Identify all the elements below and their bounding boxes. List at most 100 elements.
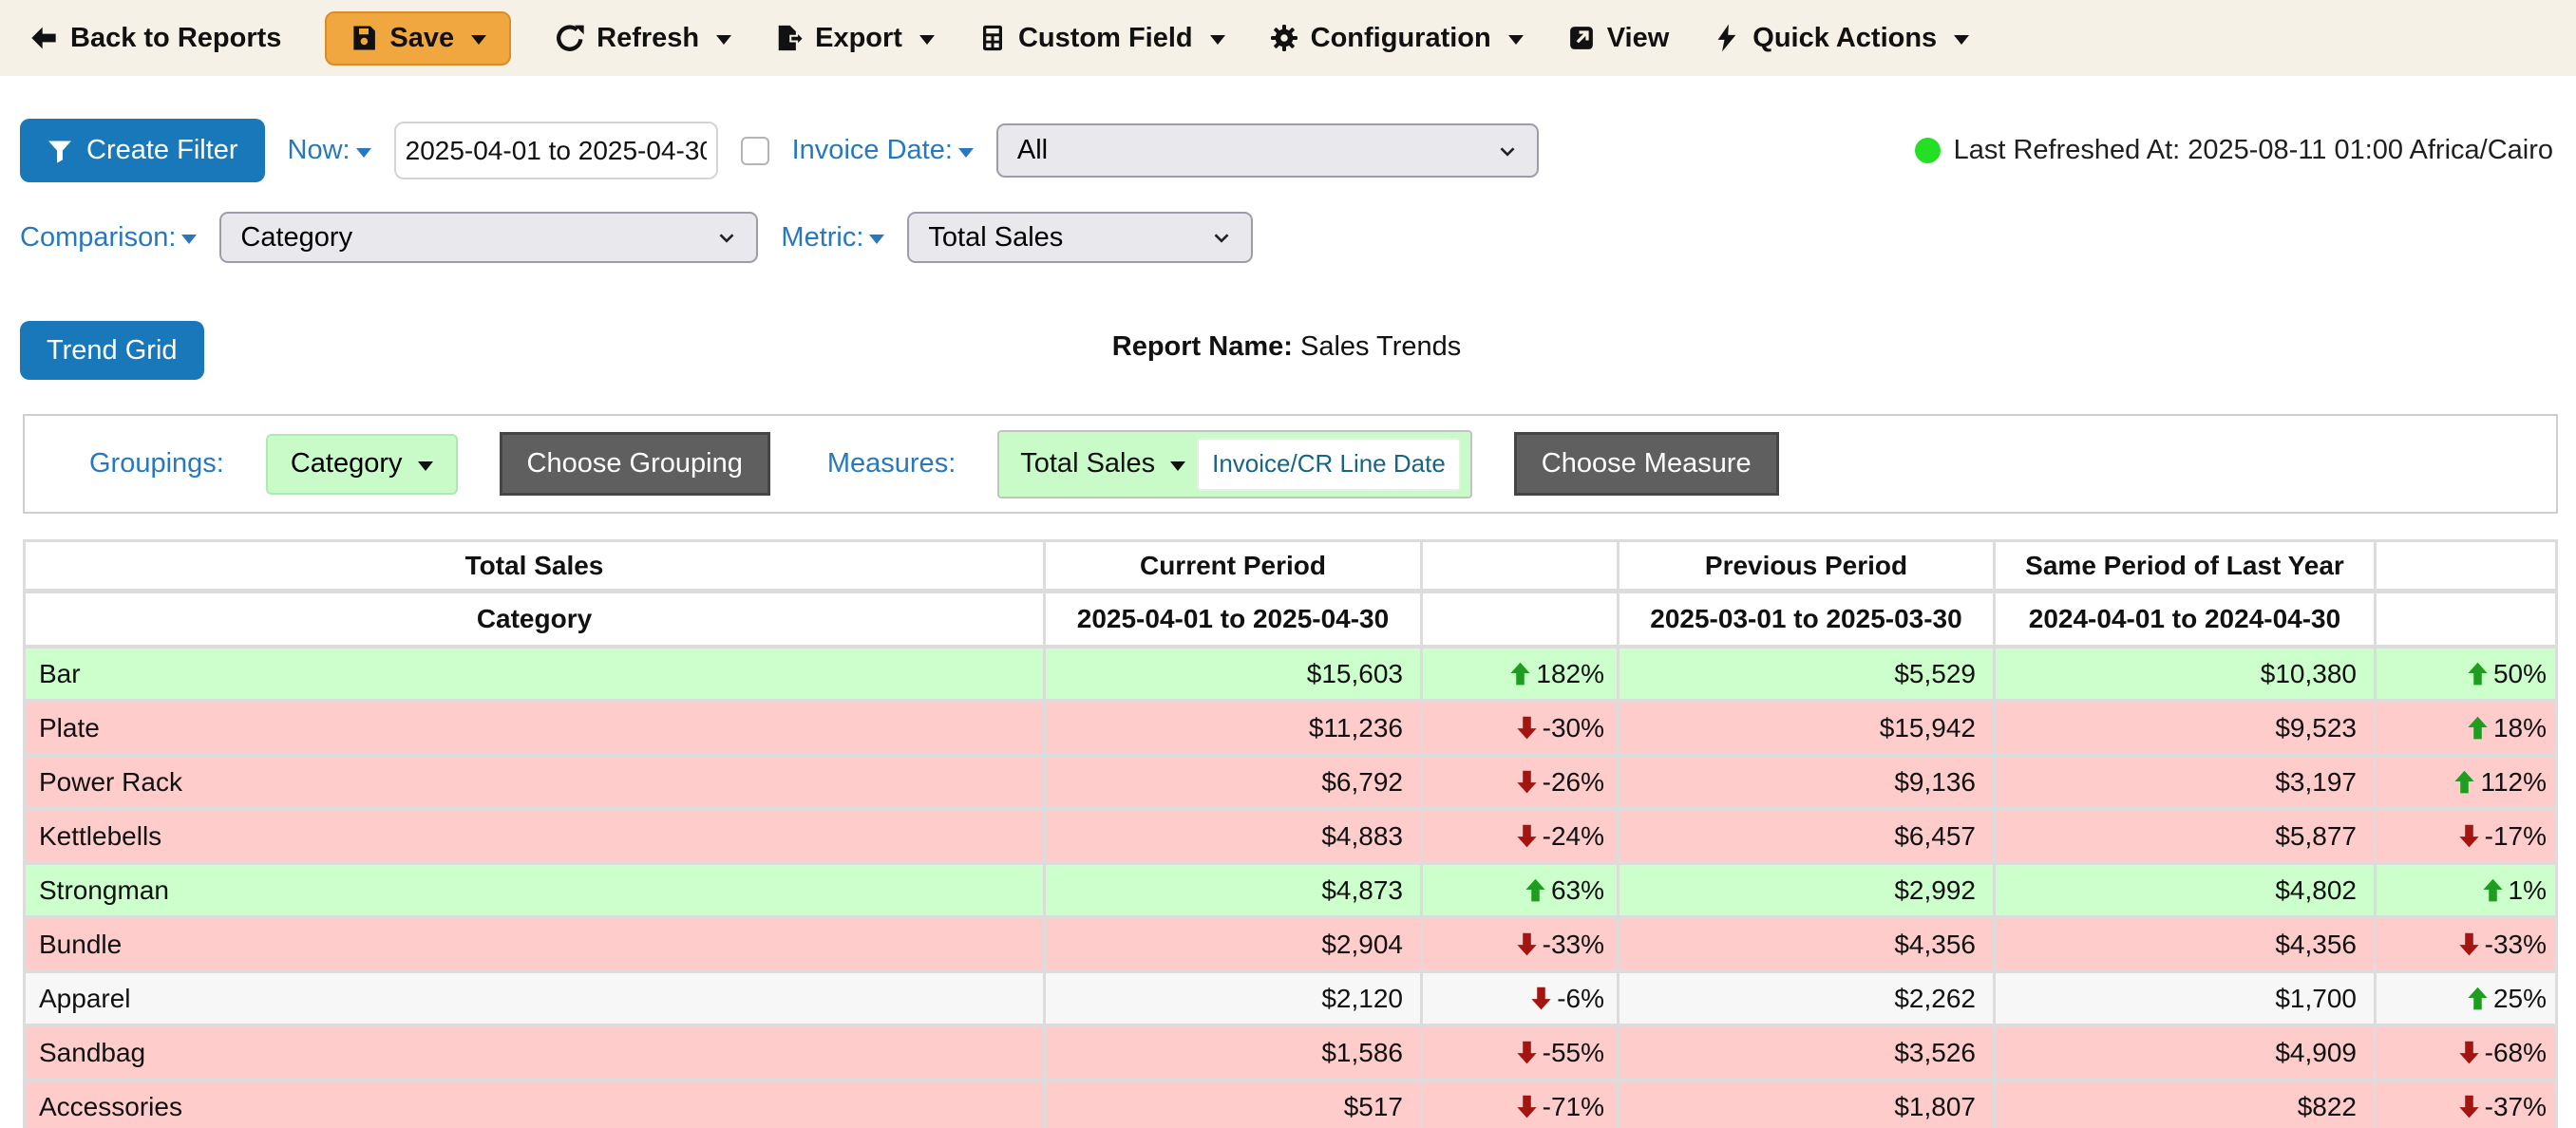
- table-header-row-1: Total Sales Current Period Previous Peri…: [23, 539, 2558, 593]
- group-label-header: Category: [23, 593, 1046, 649]
- grouping-caret-icon: [418, 461, 433, 471]
- comparison-dropdown[interactable]: Comparison:: [20, 222, 197, 254]
- change-vs-ly-cell: 18%: [2377, 703, 2558, 757]
- down-arrow-icon: [2456, 823, 2482, 849]
- external-link-icon: [1567, 24, 1596, 52]
- category-cell: Kettlebells: [23, 811, 1046, 865]
- previous-period-header: Previous Period: [1619, 539, 1996, 593]
- same-period-value-cell: $3,197: [1996, 757, 2377, 811]
- quick-actions-button[interactable]: Quick Actions: [1713, 23, 1969, 54]
- previous-value-cell: $15,942: [1619, 703, 1996, 757]
- previous-range-header: 2025-03-01 to 2025-03-30: [1619, 593, 1996, 649]
- export-button[interactable]: Export: [775, 23, 935, 54]
- table-row: Accessories $517 -71% $1,807 $822 -37%: [23, 1081, 2558, 1128]
- comparison-select[interactable]: Category: [219, 212, 758, 263]
- invoice-date-checkbox[interactable]: [741, 137, 769, 165]
- status-dot: [1915, 138, 1941, 163]
- refresh-icon: [555, 23, 585, 53]
- measure-date-field-tag[interactable]: Invoice/CR Line Date: [1197, 438, 1461, 491]
- change-vs-ly-cell: 25%: [2377, 973, 2558, 1027]
- change-vs-ly-cell: -68%: [2377, 1027, 2558, 1081]
- save-button[interactable]: Save: [325, 11, 511, 66]
- change-vs-previous-cell: 182%: [1423, 649, 1619, 703]
- table-row: Kettlebells $4,883 -24% $6,457 $5,877 -1…: [23, 811, 2558, 865]
- metric-dropdown[interactable]: Metric:: [781, 222, 884, 254]
- change-vs-ly-cell: -33%: [2377, 919, 2558, 973]
- metric-caret-icon: [869, 235, 884, 244]
- up-arrow-icon: [2480, 877, 2506, 903]
- refresh-button[interactable]: Refresh: [555, 23, 731, 54]
- invoice-date-select[interactable]: All: [996, 123, 1539, 178]
- table-row: Bundle $2,904 -33% $4,356 $4,356 -33%: [23, 919, 2558, 973]
- refresh-caret-icon: [716, 35, 731, 45]
- category-cell: Apparel: [23, 973, 1046, 1027]
- current-value-cell: $2,904: [1046, 919, 1423, 973]
- table-row: Strongman $4,873 63% $2,992 $4,802 1%: [23, 865, 2558, 919]
- previous-value-cell: $2,262: [1619, 973, 1996, 1027]
- up-arrow-icon: [2465, 986, 2491, 1011]
- back-to-reports-button[interactable]: Back to Reports: [28, 23, 281, 54]
- trend-grid-button[interactable]: Trend Grid: [20, 321, 204, 380]
- create-filter-button[interactable]: Create Filter: [20, 119, 265, 182]
- previous-value-cell: $5,529: [1619, 649, 1996, 703]
- down-arrow-icon: [1514, 1094, 1540, 1119]
- down-arrow-icon: [2456, 931, 2482, 957]
- up-arrow-icon: [2465, 715, 2491, 741]
- same-period-value-cell: $822: [1996, 1081, 2377, 1128]
- configuration-caret-icon: [1508, 35, 1524, 45]
- down-arrow-icon: [1514, 931, 1540, 957]
- choose-grouping-button[interactable]: Choose Grouping: [500, 432, 770, 496]
- same-range-header: 2024-04-01 to 2024-04-30: [1996, 593, 2377, 649]
- down-arrow-icon: [1514, 1040, 1540, 1065]
- metric-select[interactable]: Total Sales: [907, 212, 1253, 263]
- custom-field-button[interactable]: Custom Field: [978, 23, 1225, 54]
- up-arrow-icon: [2452, 769, 2477, 795]
- report-name: Report Name: Sales Trends: [1112, 331, 1461, 363]
- lightning-bolt-icon: [1713, 24, 1741, 52]
- change-vs-ly-cell: 112%: [2377, 757, 2558, 811]
- previous-value-cell: $2,992: [1619, 865, 1996, 919]
- table-body: Bar $15,603 182% $5,529 $10,380 50% Plat…: [23, 649, 2558, 1128]
- configuration-button[interactable]: Configuration: [1269, 23, 1524, 54]
- change-vs-ly-cell: -17%: [2377, 811, 2558, 865]
- change-vs-previous-cell: -71%: [1423, 1081, 1619, 1128]
- measure-total-sales-button[interactable]: Total Sales Invoice/CR Line Date: [997, 430, 1472, 498]
- previous-value-cell: $6,457: [1619, 811, 1996, 865]
- save-icon: [350, 24, 378, 52]
- previous-value-cell: $1,807: [1619, 1081, 1996, 1128]
- quick-actions-caret-icon: [1954, 35, 1969, 45]
- now-caret-icon: [356, 148, 371, 158]
- comparison-bar: Comparison: Category Metric: Total Sales: [20, 211, 2553, 264]
- change-vs-ly-header: [2377, 539, 2558, 593]
- now-dropdown[interactable]: Now:: [288, 135, 371, 166]
- change-vs-previous-cell: -30%: [1423, 703, 1619, 757]
- up-arrow-icon: [1507, 661, 1533, 686]
- change-vs-previous-cell: -55%: [1423, 1027, 1619, 1081]
- filter-bar: Create Filter Now: Invoice Date: All Las…: [20, 119, 2553, 182]
- export-caret-icon: [919, 35, 935, 45]
- same-period-value-cell: $5,877: [1996, 811, 2377, 865]
- current-range-header: 2025-04-01 to 2025-04-30: [1046, 593, 1423, 649]
- invoice-date-dropdown[interactable]: Invoice Date:: [792, 135, 974, 166]
- choose-measure-button[interactable]: Choose Measure: [1514, 432, 1779, 496]
- current-value-cell: $4,873: [1046, 865, 1423, 919]
- current-period-header: Current Period: [1046, 539, 1423, 593]
- category-cell: Strongman: [23, 865, 1046, 919]
- change-vs-previous-cell: -33%: [1423, 919, 1619, 973]
- change-vs-previous-cell: -24%: [1423, 811, 1619, 865]
- grouping-category-button[interactable]: Category: [266, 434, 458, 495]
- view-button[interactable]: View: [1567, 23, 1670, 54]
- current-value-cell: $4,883: [1046, 811, 1423, 865]
- table-row: Bar $15,603 182% $5,529 $10,380 50%: [23, 649, 2558, 703]
- category-cell: Sandbag: [23, 1027, 1046, 1081]
- change-vs-ly-cell: 1%: [2377, 865, 2558, 919]
- same-period-value-cell: $9,523: [1996, 703, 2377, 757]
- previous-value-cell: $3,526: [1619, 1027, 1996, 1081]
- down-arrow-icon: [2456, 1040, 2482, 1065]
- top-toolbar: Back to Reports Save Refresh Export Cust…: [0, 0, 2576, 76]
- groupings-label: Groupings:: [89, 448, 224, 479]
- funnel-icon: [47, 138, 73, 164]
- date-range-input[interactable]: [394, 122, 718, 179]
- metric-header: Total Sales: [23, 539, 1046, 593]
- table-header-row-2: Category 2025-04-01 to 2025-04-30 2025-0…: [23, 593, 2558, 649]
